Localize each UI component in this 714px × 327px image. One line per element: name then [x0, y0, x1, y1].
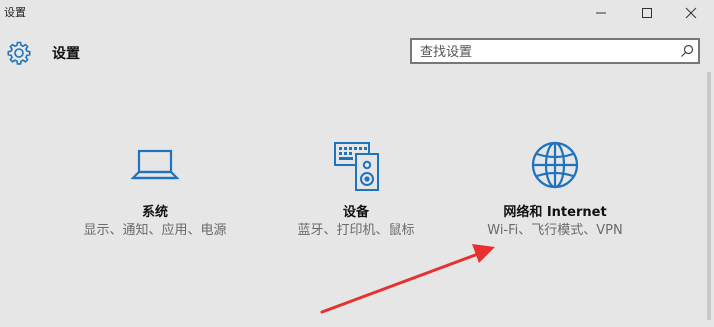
annotation-arrow-icon	[320, 244, 495, 314]
